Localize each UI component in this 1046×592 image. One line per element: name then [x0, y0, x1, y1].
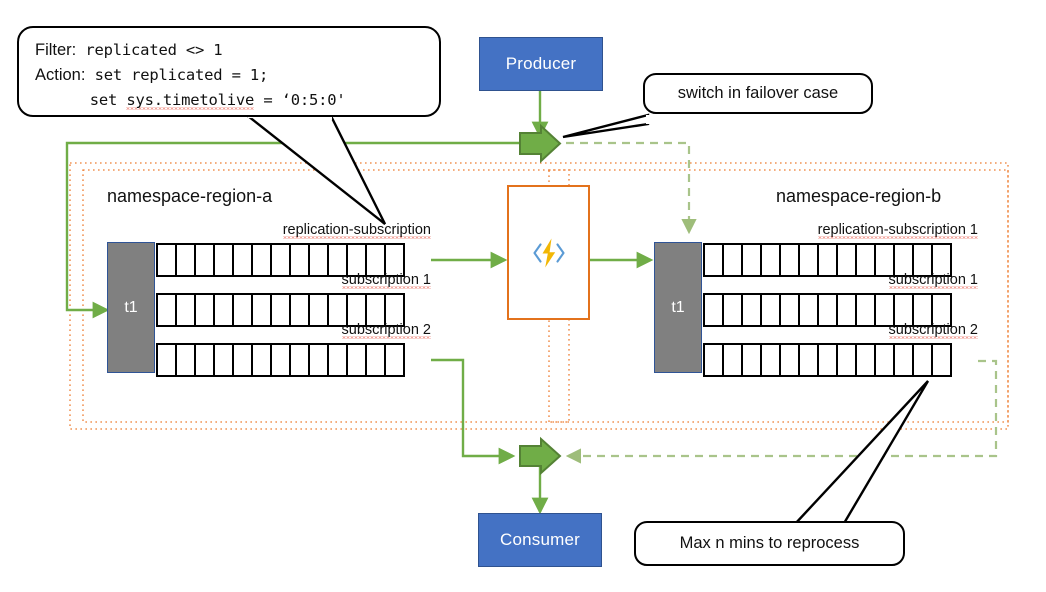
- queue-cell: [912, 343, 933, 377]
- reprocess-callout: Max n mins to reprocess: [634, 521, 905, 566]
- gateway-block-arrow-bottom[interactable]: [519, 436, 562, 476]
- queue-cell: [327, 343, 348, 377]
- region-b-row-0-label: replication-subscription 1: [817, 222, 978, 238]
- region-b-topic-label: t1: [671, 298, 685, 316]
- diagram-canvas: Producer Consumer namespace-region-a t1 …: [0, 0, 1046, 592]
- reprocess-callout-text: Max n mins to reprocess: [679, 534, 860, 552]
- rule-filter-line: Filter: replicated <> 1: [35, 41, 223, 59]
- region-a-row-0-label: replication-subscription: [282, 222, 431, 238]
- azure-function-lightning-icon: [532, 238, 565, 267]
- region-a-topic-t1[interactable]: t1: [107, 242, 155, 373]
- region-b-row-2-label: subscription 2: [888, 322, 978, 338]
- queue-cell: [760, 343, 781, 377]
- queue-cell: [194, 343, 215, 377]
- queue-cell: [365, 343, 386, 377]
- consumer-box[interactable]: Consumer: [478, 513, 602, 567]
- region-a-row-2-queue[interactable]: [156, 343, 405, 377]
- queue-cell: [722, 343, 743, 377]
- region-a-title: namespace-region-a: [107, 186, 273, 206]
- queue-cell: [346, 343, 367, 377]
- wire-subscription2-to-consumer-gateway: [431, 358, 516, 465]
- region-b-row-1-label: subscription 1: [888, 272, 978, 288]
- queue-cell: [836, 343, 857, 377]
- callout-tail-reprocess: [792, 380, 930, 527]
- region-a-row-2-label: subscription 2: [341, 322, 431, 338]
- gateway-block-arrow-top[interactable]: [519, 123, 562, 164]
- producer-box[interactable]: Producer: [479, 37, 603, 91]
- callout-tail-rule: [244, 114, 387, 225]
- queue-cell: [251, 343, 272, 377]
- region-a-topic-label: t1: [124, 298, 138, 316]
- queue-cell: [798, 343, 819, 377]
- rule-ttl-line: set sys.timetolive = ‘0:5:0': [89, 91, 346, 110]
- azure-function-box[interactable]: [507, 185, 590, 320]
- queue-cell: [270, 343, 291, 377]
- queue-cell: [175, 343, 196, 377]
- region-a-row-1-label: subscription 1: [341, 272, 431, 288]
- failover-callout: switch in failover case: [643, 73, 873, 114]
- producer-label: Producer: [505, 54, 577, 73]
- queue-cell: [289, 343, 310, 377]
- region-b-row-2-queue[interactable]: [703, 343, 952, 377]
- queue-cell: [779, 343, 800, 377]
- queue-cell: [855, 343, 876, 377]
- queue-cell: [156, 343, 177, 377]
- queue-cell: [703, 343, 724, 377]
- region-b-topic-t1[interactable]: t1: [654, 242, 702, 373]
- queue-cell: [874, 343, 895, 377]
- queue-cell: [232, 343, 253, 377]
- queue-cell: [893, 343, 914, 377]
- rule-action-line: Action: set replicated = 1;: [35, 66, 269, 85]
- consumer-label: Consumer: [499, 530, 581, 549]
- queue-cell: [931, 343, 952, 377]
- queue-cell: [741, 343, 762, 377]
- queue-cell: [817, 343, 838, 377]
- region-b-title: namespace-region-b: [776, 186, 942, 206]
- queue-cell: [213, 343, 234, 377]
- rule-callout: Filter: replicated <> 1 Action: set repl…: [17, 26, 441, 117]
- queue-cell: [384, 343, 405, 377]
- queue-cell: [308, 343, 329, 377]
- callout-tail-failover: [562, 113, 650, 139]
- failover-callout-text: switch in failover case: [677, 84, 839, 102]
